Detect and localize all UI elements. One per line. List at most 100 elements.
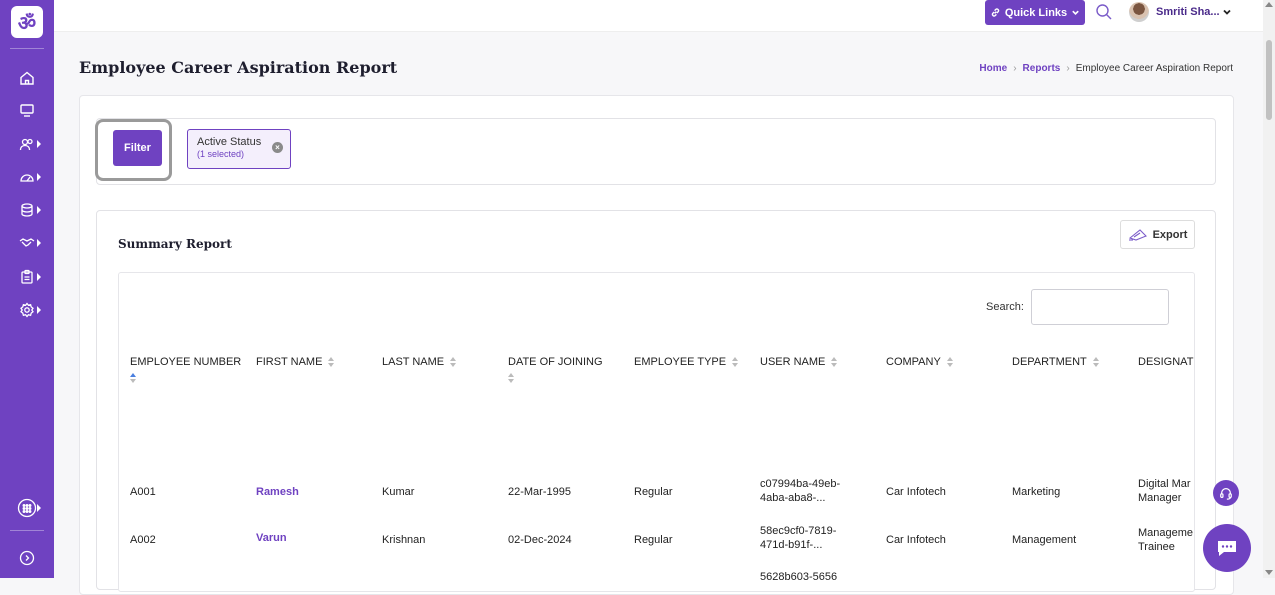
breadcrumb-home[interactable]: Home bbox=[979, 63, 1007, 74]
clipboard-icon bbox=[21, 269, 33, 284]
cell-user-name-line2: 471d-b91f-... bbox=[760, 539, 823, 551]
filter-chip-count: (1 selected) bbox=[197, 149, 245, 159]
column-header-label: DATE OF JOINING bbox=[508, 356, 603, 368]
search-icon[interactable] bbox=[1095, 3, 1113, 21]
expand-caret-icon bbox=[37, 173, 41, 181]
sidebar: ॐ bbox=[0, 0, 54, 578]
cell-first-name-link[interactable]: Varun bbox=[256, 532, 287, 545]
remove-filter-icon[interactable]: × bbox=[272, 142, 283, 153]
cell-company: Car Infotech bbox=[886, 534, 946, 546]
database-icon bbox=[21, 203, 33, 217]
expand-caret-icon bbox=[37, 504, 41, 512]
cell-last-name: Kumar bbox=[382, 486, 415, 498]
cell-designation-line1: Digital Mar bbox=[1138, 478, 1191, 490]
chat-button[interactable] bbox=[1203, 524, 1251, 572]
column-header-designation[interactable]: DESIGNATI bbox=[1138, 356, 1194, 368]
column-header-date-of-joining[interactable]: DATE OF JOINING bbox=[508, 356, 603, 383]
quick-links-label: Quick Links bbox=[1004, 6, 1068, 19]
handshake-icon bbox=[19, 238, 35, 247]
sort-icon bbox=[450, 357, 457, 368]
breadcrumb-current: Employee Career Aspiration Report bbox=[1075, 63, 1233, 74]
column-header-employee-number[interactable]: EMPLOYEE NUMBER bbox=[130, 356, 241, 383]
column-header-employee-type[interactable]: EMPLOYEE TYPE bbox=[634, 356, 739, 368]
support-button[interactable] bbox=[1213, 480, 1239, 506]
table-search-input[interactable] bbox=[1031, 289, 1169, 325]
top-bar: Quick Links Smriti Sha... bbox=[54, 0, 1275, 32]
sidebar-item-performance[interactable] bbox=[10, 167, 44, 187]
column-header-label: EMPLOYEE TYPE bbox=[634, 356, 727, 368]
scroll-down-icon[interactable] bbox=[1265, 570, 1273, 575]
scrollbar-thumb[interactable] bbox=[1266, 40, 1272, 120]
chat-icon bbox=[1218, 541, 1236, 556]
quick-links-button[interactable]: Quick Links bbox=[985, 0, 1085, 25]
circle-arrow-icon bbox=[19, 550, 35, 566]
column-header-company[interactable]: COMPANY bbox=[886, 356, 954, 368]
column-header-first-name[interactable]: FIRST NAME bbox=[256, 356, 335, 368]
chevron-down-icon[interactable] bbox=[1222, 7, 1232, 17]
export-button[interactable]: Export bbox=[1120, 220, 1195, 249]
cell-designation-line1: Manageme bbox=[1138, 527, 1194, 539]
breadcrumb-separator: › bbox=[1066, 63, 1070, 74]
breadcrumb-separator: › bbox=[1013, 63, 1017, 74]
column-header-label: USER NAME bbox=[760, 356, 826, 368]
export-icon bbox=[1128, 228, 1147, 241]
sidebar-divider bbox=[10, 530, 44, 531]
export-label: Export bbox=[1152, 228, 1188, 241]
sidebar-item-reports[interactable] bbox=[10, 267, 44, 287]
column-header-label: EMPLOYEE NUMBER bbox=[130, 356, 242, 368]
expand-caret-icon bbox=[37, 239, 41, 247]
sort-icon bbox=[508, 373, 515, 383]
cell-employee-number: A002 bbox=[130, 534, 156, 546]
sort-icon bbox=[328, 357, 335, 368]
cell-employee-type: Regular bbox=[634, 486, 673, 498]
sidebar-item-home[interactable] bbox=[10, 68, 44, 88]
link-icon bbox=[991, 8, 1000, 17]
expand-caret-icon bbox=[37, 206, 41, 214]
gauge-icon bbox=[20, 174, 34, 182]
sidebar-collapse-toggle[interactable] bbox=[10, 548, 44, 568]
filter-button[interactable]: Filter bbox=[113, 130, 162, 166]
sidebar-item-engagement[interactable] bbox=[10, 233, 44, 253]
sort-icon bbox=[732, 357, 739, 368]
column-header-last-name[interactable]: LAST NAME bbox=[382, 356, 457, 368]
table-search-label: Search: bbox=[986, 301, 1024, 313]
cell-employee-number: A001 bbox=[130, 486, 156, 498]
app-logo[interactable]: ॐ bbox=[11, 6, 43, 38]
column-header-user-name[interactable]: USER NAME bbox=[760, 356, 838, 368]
active-status-filter-chip[interactable]: Active Status (1 selected) × bbox=[187, 129, 291, 169]
sidebar-item-dashboard[interactable] bbox=[10, 100, 44, 120]
users-icon bbox=[19, 138, 33, 151]
home-icon bbox=[20, 71, 34, 85]
cell-company: Car Infotech bbox=[886, 486, 946, 498]
cell-first-name-link[interactable]: Ramesh bbox=[256, 486, 299, 499]
sort-icon bbox=[946, 357, 954, 368]
sidebar-item-settings[interactable] bbox=[10, 300, 44, 320]
cell-department: Marketing bbox=[1012, 486, 1061, 498]
cell-user-name-line2: 4aba-aba8-... bbox=[760, 492, 826, 504]
apps-grid-icon bbox=[17, 498, 37, 518]
cell-user-name-line1: c07994ba-49eb- bbox=[760, 478, 841, 490]
settings-icon bbox=[20, 302, 34, 318]
monitor-icon bbox=[20, 104, 34, 117]
sidebar-item-data[interactable] bbox=[10, 200, 44, 220]
sidebar-item-apps[interactable] bbox=[10, 496, 44, 520]
sort-icon bbox=[1092, 357, 1100, 368]
user-name[interactable]: Smriti Sha... bbox=[1156, 6, 1220, 18]
page-scrollbar[interactable] bbox=[1263, 0, 1275, 578]
avatar[interactable] bbox=[1129, 2, 1149, 22]
column-header-label: DEPARTMENT bbox=[1012, 356, 1087, 368]
cell-date-of-joining: 22-Mar-1995 bbox=[508, 486, 571, 498]
column-header-label: FIRST NAME bbox=[256, 356, 323, 368]
breadcrumb-reports[interactable]: Reports bbox=[1023, 63, 1061, 74]
summary-title: Summary Report bbox=[118, 237, 232, 251]
scroll-up-icon[interactable] bbox=[1265, 2, 1273, 7]
column-header-label: COMPANY bbox=[886, 356, 941, 368]
column-header-label: LAST NAME bbox=[382, 356, 445, 368]
expand-caret-icon bbox=[37, 273, 41, 281]
breadcrumb: Home › Reports › Employee Career Aspirat… bbox=[979, 63, 1233, 74]
column-header-department[interactable]: DEPARTMENT bbox=[1012, 356, 1100, 368]
cell-date-of-joining: 02-Dec-2024 bbox=[508, 534, 572, 546]
filter-chip-title: Active Status bbox=[197, 136, 262, 148]
sidebar-item-people[interactable] bbox=[10, 134, 44, 154]
expand-caret-icon bbox=[37, 140, 41, 148]
